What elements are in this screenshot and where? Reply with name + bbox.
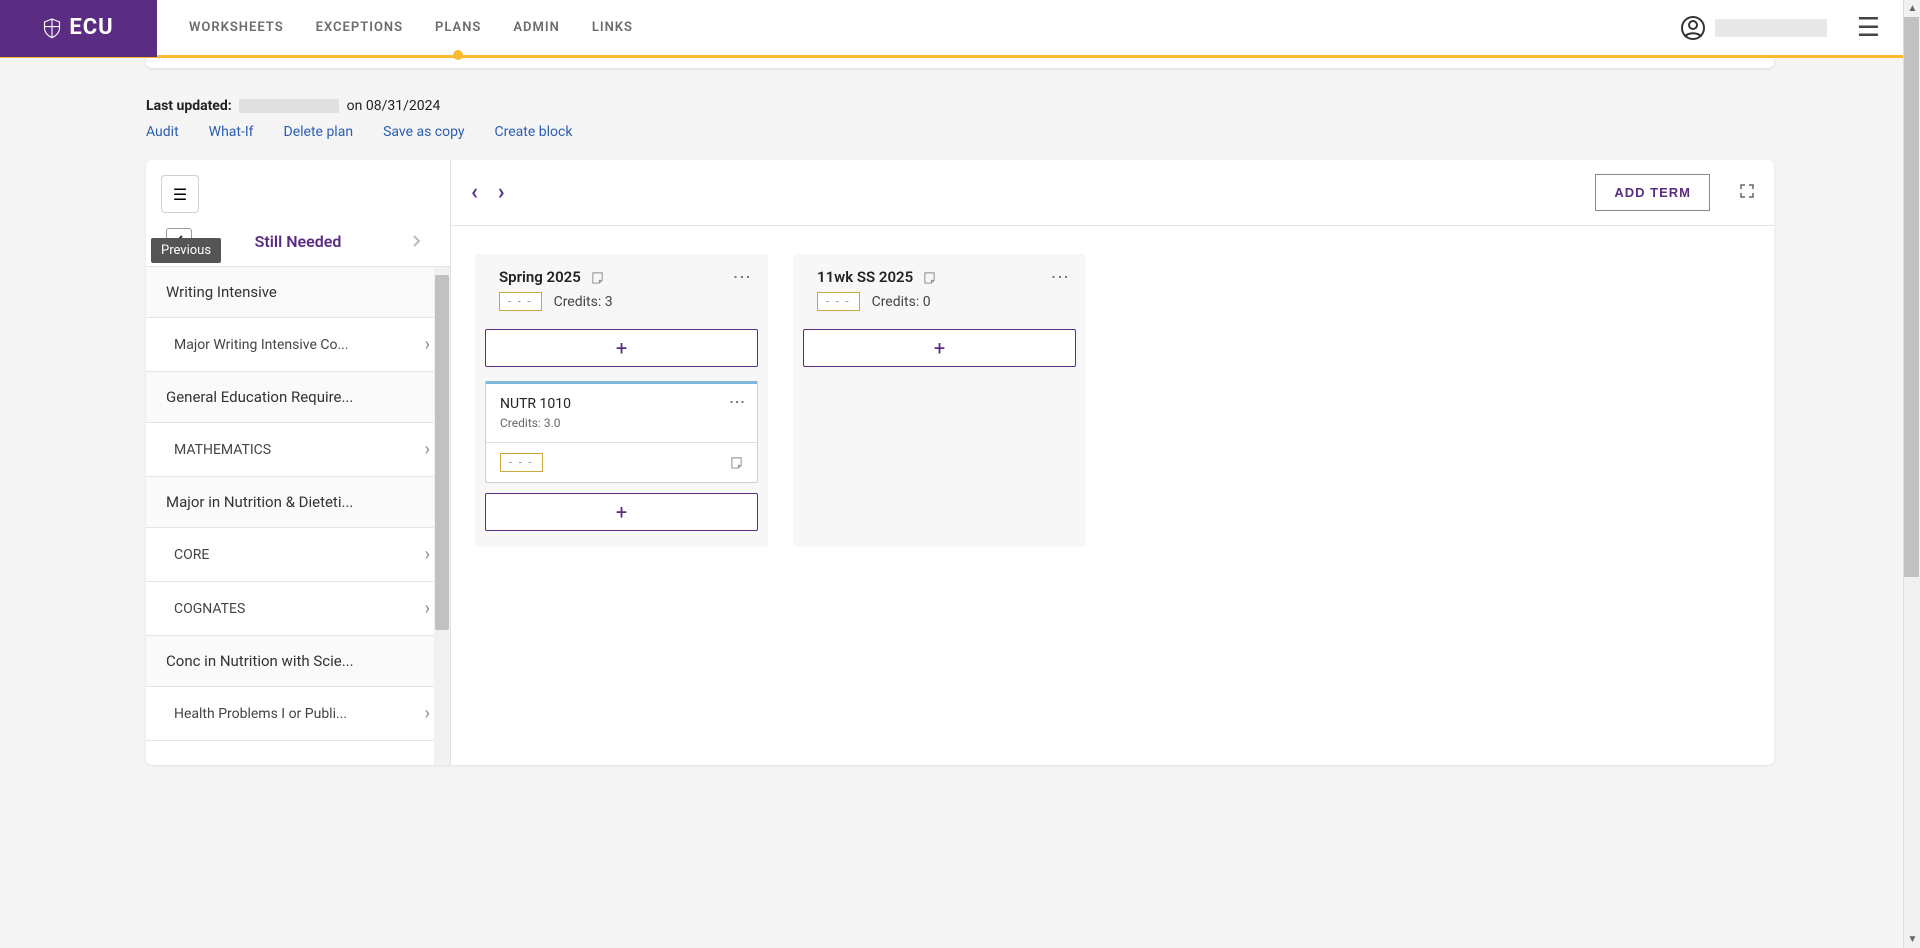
chevron-right-icon: › xyxy=(425,544,430,565)
header-right: ☰ xyxy=(1681,13,1920,43)
course-credits: Credits: 3.0 xyxy=(500,416,743,430)
note-icon[interactable] xyxy=(923,271,936,284)
course-code: NUTR 1010 xyxy=(500,396,743,412)
term-credits: Credits: 0 xyxy=(872,294,931,310)
sidebar-scrollbar-thumb[interactable] xyxy=(435,275,449,630)
scroll-down-button[interactable]: ▼ xyxy=(1904,931,1920,948)
sidebar-title: Still Needed xyxy=(255,232,342,251)
terms-row: Spring 2025 - - - Credits: 3 ⋮ + xyxy=(451,226,1774,575)
req-item[interactable]: COGNATES› xyxy=(146,582,450,636)
chevron-right-icon: › xyxy=(425,334,430,355)
page-scrollbar[interactable]: ▲ ▼ xyxy=(1903,0,1920,948)
term-menu-icon[interactable]: ⋮ xyxy=(731,268,752,285)
req-item[interactable]: Health Problems I or Publi...› xyxy=(146,687,450,741)
term-column: 11wk SS 2025 - - - Credits: 0 ⋮ + xyxy=(793,254,1086,547)
chevron-right-icon xyxy=(412,234,422,248)
term-title: Spring 2025 xyxy=(499,268,581,286)
term-header: Spring 2025 - - - Credits: 3 ⋮ xyxy=(475,254,768,319)
term-prev-button[interactable]: ‹ xyxy=(471,180,478,205)
add-course-button[interactable]: + xyxy=(485,329,758,367)
card-bottom-edge xyxy=(146,58,1774,68)
nav-exceptions[interactable]: EXCEPTIONS xyxy=(300,0,419,57)
save-copy-link[interactable]: Save as copy xyxy=(383,124,464,140)
term-nav: ‹ › xyxy=(471,180,505,205)
create-block-link[interactable]: Create block xyxy=(495,124,573,140)
course-menu-icon[interactable]: ⋮ xyxy=(728,394,747,410)
user-icon[interactable] xyxy=(1681,16,1705,40)
previous-tooltip: Previous xyxy=(151,238,221,263)
plan-actions: Audit What-If Delete plan Save as copy C… xyxy=(146,124,1774,140)
term-next-button[interactable]: › xyxy=(498,180,505,205)
delete-plan-link[interactable]: Delete plan xyxy=(284,124,354,140)
scroll-up-button[interactable]: ▲ xyxy=(1904,0,1920,17)
sidebar-next-button[interactable] xyxy=(404,228,430,254)
expand-icon[interactable] xyxy=(1740,183,1754,202)
chevron-right-icon: › xyxy=(425,703,430,724)
shield-icon xyxy=(43,17,61,39)
redacted-name xyxy=(239,99,339,113)
add-course-button[interactable]: + xyxy=(485,493,758,531)
term-credits: Credits: 3 xyxy=(554,294,613,310)
note-icon[interactable] xyxy=(730,456,743,469)
term-header: 11wk SS 2025 - - - Credits: 0 ⋮ xyxy=(793,254,1086,319)
status-badge: - - - xyxy=(817,292,860,311)
audit-link[interactable]: Audit xyxy=(146,124,179,140)
app-header: ECU WORKSHEETS EXCEPTIONS PLANS ADMIN LI… xyxy=(0,0,1920,58)
req-item[interactable]: Major Writing Intensive Co...› xyxy=(146,318,450,372)
plan-meta: Last updated: on 08/31/2024 xyxy=(146,98,1774,114)
requirements-sidebar: ☰ Still Needed Previous Writing Intensiv… xyxy=(146,160,451,765)
brand-text: ECU xyxy=(69,15,113,40)
course-card[interactable]: NUTR 1010 Credits: 3.0 ⋮ - - - xyxy=(485,381,758,483)
note-icon[interactable] xyxy=(591,271,604,284)
nav-links[interactable]: LINKS xyxy=(576,0,649,57)
updated-date: 08/31/2024 xyxy=(366,98,441,114)
nav-worksheets[interactable]: WORKSHEETS xyxy=(173,0,300,57)
add-course-button[interactable]: + xyxy=(803,329,1076,367)
req-group-header: Writing Intensive xyxy=(146,267,450,318)
status-badge: - - - xyxy=(499,292,542,311)
term-title: 11wk SS 2025 xyxy=(817,268,913,286)
req-group-header: Conc in Nutrition with Scie... xyxy=(146,636,450,687)
nav-admin[interactable]: ADMIN xyxy=(497,0,575,57)
req-group-header: Major in Nutrition & Dieteti... xyxy=(146,477,450,528)
main-panel: ☰ Still Needed Previous Writing Intensiv… xyxy=(146,160,1774,765)
brand-logo[interactable]: ECU xyxy=(0,0,157,57)
add-term-button[interactable]: ADD TERM xyxy=(1595,174,1710,211)
whatif-link[interactable]: What-If xyxy=(209,124,254,140)
plan-area: ‹ › ADD TERM Spring 2025 xyxy=(451,160,1774,765)
requirements-list[interactable]: Writing Intensive Major Writing Intensiv… xyxy=(146,266,450,765)
plan-toolbar: ‹ › ADD TERM xyxy=(451,160,1774,226)
nav-plans[interactable]: PLANS xyxy=(419,0,497,57)
req-item[interactable]: CORE› xyxy=(146,528,450,582)
last-updated-label: Last updated: xyxy=(146,98,232,114)
req-item[interactable]: MATHEMATICS› xyxy=(146,423,450,477)
sidebar-menu-button[interactable]: ☰ xyxy=(161,175,199,213)
scrollbar-thumb[interactable] xyxy=(1904,17,1919,577)
user-search-input[interactable] xyxy=(1715,19,1827,37)
term-menu-icon[interactable]: ⋮ xyxy=(1049,268,1070,285)
menu-icon[interactable]: ☰ xyxy=(1857,13,1880,43)
main-nav: WORKSHEETS EXCEPTIONS PLANS ADMIN LINKS xyxy=(173,0,1681,57)
req-group-header: General Education Require... xyxy=(146,372,450,423)
status-badge: - - - xyxy=(500,453,543,472)
chevron-right-icon: › xyxy=(425,439,430,460)
on-label: on xyxy=(347,98,363,114)
term-column: Spring 2025 - - - Credits: 3 ⋮ + xyxy=(475,254,768,547)
sidebar-scrollbar[interactable] xyxy=(434,267,450,765)
chevron-right-icon: › xyxy=(425,598,430,619)
